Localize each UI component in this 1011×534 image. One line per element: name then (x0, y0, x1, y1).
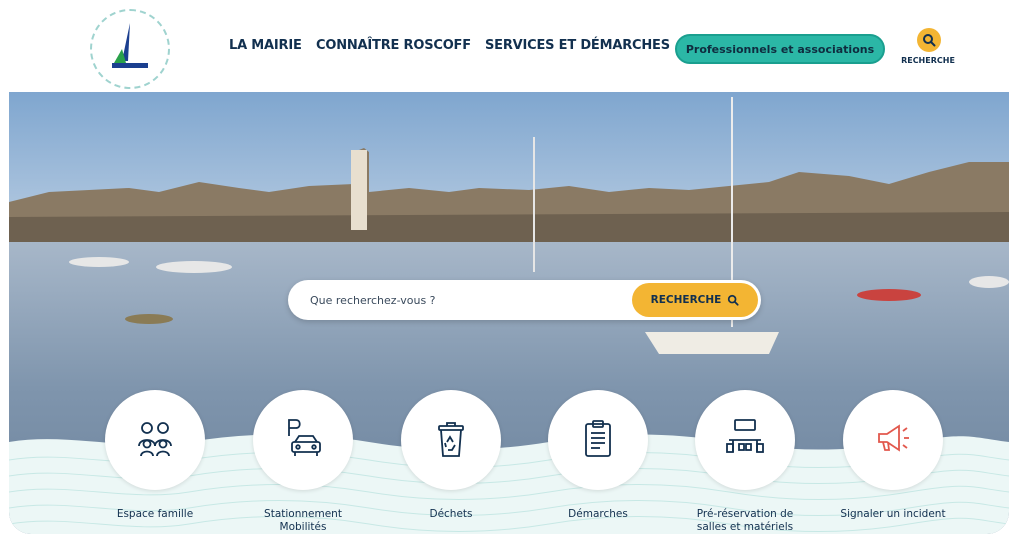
roscoff-logo[interactable] (90, 9, 170, 89)
family-icon (138, 422, 172, 457)
clipboard-icon (585, 420, 611, 457)
quick-link-label: Espace famille (116, 508, 194, 520)
parking-car-icon (288, 419, 321, 456)
nav-services-demarches[interactable]: SERVICES ET DÉMARCHES (485, 38, 670, 53)
site-header: LA MAIRIE CONNAÎTRE ROSCOFF SERVICES ET … (0, 0, 1011, 92)
quick-link-label: Stationnement Mobilités (264, 508, 342, 533)
quick-link-disc (401, 390, 501, 490)
quick-link-demarches[interactable]: Démarches (548, 390, 648, 534)
recycle-bin-icon (438, 422, 464, 457)
header-search-label: RECHERCHE (901, 56, 955, 65)
quick-link-label: Pré-réservation de salles et matériels (696, 508, 794, 533)
quick-link-label: Démarches (568, 508, 628, 520)
quick-link-disc (548, 390, 648, 490)
nav-connaitre-roscoff[interactable]: CONNAÎTRE ROSCOFF (316, 38, 471, 53)
quick-link-disc (843, 390, 943, 490)
search-icon (728, 294, 739, 306)
nav-la-mairie[interactable]: LA MAIRIE (229, 38, 302, 53)
search-icon (917, 28, 941, 52)
quick-link-signaler-incident[interactable]: Signaler un incident (840, 390, 946, 534)
megaphone-icon (878, 424, 909, 452)
meeting-room-icon (726, 419, 764, 453)
hero-search-bar: RECHERCHE (288, 280, 761, 320)
quick-link-pre-reservation[interactable]: Pré-réservation de salles et matériels (695, 390, 795, 534)
search-submit-label: RECHERCHE (650, 294, 722, 306)
quick-link-label: Déchets (429, 508, 473, 520)
logo-emblem-icon (112, 23, 148, 68)
search-submit-button[interactable]: RECHERCHE (632, 283, 758, 317)
search-input[interactable] (310, 291, 610, 309)
quick-link-disc (695, 390, 795, 490)
header-search-button[interactable]: RECHERCHE (893, 28, 963, 72)
quick-link-label: Signaler un incident (840, 508, 946, 520)
professionnels-associations-button[interactable]: Professionnels et associations (675, 34, 885, 64)
quick-link-espace-famille[interactable]: Espace famille (105, 390, 205, 534)
quick-link-disc (253, 390, 353, 490)
quick-link-dechets[interactable]: Déchets (401, 390, 501, 534)
quick-link-stationnement[interactable]: Stationnement Mobilités (253, 390, 353, 534)
quick-link-disc (105, 390, 205, 490)
